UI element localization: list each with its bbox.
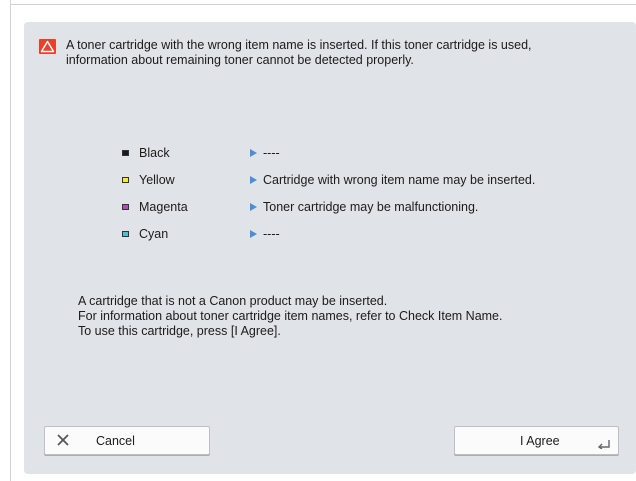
info-line-1: A cartridge that is not a Canon product … bbox=[78, 294, 388, 308]
cartridge-status: Cartridge with wrong item name may be in… bbox=[263, 173, 536, 187]
black-swatch bbox=[122, 150, 129, 156]
cartridge-name: Cyan bbox=[139, 227, 169, 241]
agree-button[interactable]: I Agree bbox=[454, 426, 619, 455]
cartridge-status: Toner cartridge may be malfunctioning. bbox=[263, 200, 479, 214]
message-line-1: A toner cartridge with the wrong item na… bbox=[66, 38, 532, 52]
warning-triangle-icon bbox=[39, 39, 56, 54]
enter-icon bbox=[597, 440, 610, 449]
info-text: A cartridge that is not a Canon product … bbox=[78, 294, 502, 339]
agree-label: I Agree bbox=[520, 434, 560, 448]
cartridge-name: Black bbox=[139, 146, 170, 160]
cyan-swatch bbox=[122, 231, 129, 237]
cancel-label: Cancel bbox=[96, 434, 135, 448]
frame-border-top bbox=[10, 4, 636, 5]
frame-border-left bbox=[10, 0, 11, 481]
message-line-2: information about remaining toner cannot… bbox=[66, 53, 414, 67]
arrow-right-icon bbox=[250, 203, 257, 211]
info-line-3: To use this cartridge, press [I Agree]. bbox=[78, 324, 281, 338]
info-line-2: For information about toner cartridge it… bbox=[78, 309, 503, 323]
yellow-swatch bbox=[122, 177, 129, 183]
magenta-swatch bbox=[122, 204, 129, 210]
cartridge-status: ---- bbox=[263, 227, 280, 241]
cancel-button[interactable]: Cancel bbox=[44, 426, 210, 455]
cartridge-status: ---- bbox=[263, 146, 280, 160]
cartridge-name: Magenta bbox=[139, 200, 188, 214]
arrow-right-icon bbox=[250, 149, 257, 157]
dialog-message: A toner cartridge with the wrong item na… bbox=[66, 38, 626, 68]
arrow-right-icon bbox=[250, 176, 257, 184]
arrow-right-icon bbox=[250, 230, 257, 238]
close-icon bbox=[57, 434, 69, 446]
cartridge-name: Yellow bbox=[139, 173, 175, 187]
dialog-panel: A toner cartridge with the wrong item na… bbox=[24, 22, 636, 474]
